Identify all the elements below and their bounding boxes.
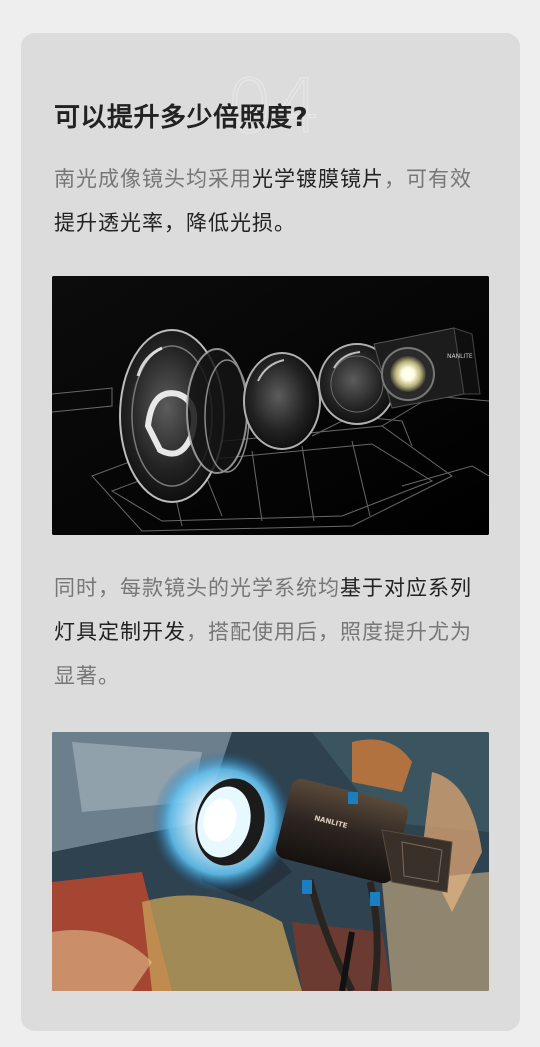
highlight-text: 灯具定制开发 <box>54 620 186 644</box>
lens-element-3 <box>243 352 321 450</box>
highlight-text: 光学镀膜镜片 <box>252 167 384 191</box>
paragraph-text: ，可有效 <box>384 167 472 191</box>
paragraph-text: 南光成像镜头均采用 <box>54 167 252 191</box>
paragraph-text: ，搭配使用后，照度提升尤为 <box>186 620 472 644</box>
paragraph-text: 显著。 <box>54 664 120 688</box>
highlight-text: 提升透光率，降低光损。 <box>54 211 296 235</box>
highlight-text: 基于对应系列 <box>340 576 472 600</box>
paragraph-text: 同时，每款镜头的光学系统均 <box>54 576 340 600</box>
fixture-brand-text: NANLITE <box>447 353 473 360</box>
section-title: 可以提升多少倍照度? <box>54 103 309 133</box>
spotlight-mural-image: NANLITE <box>52 732 489 991</box>
paragraph-custom-optics: 同时，每款镜头的光学系统均基于对应系列灯具定制开发，搭配使用后，照度提升尤为显著… <box>54 566 494 698</box>
paragraph-coated-lens: 南光成像镜头均采用光学镀膜镜片，可有效提升透光率，降低光损。 <box>54 157 494 245</box>
lens-elements-image: NANLITE <box>52 276 489 535</box>
